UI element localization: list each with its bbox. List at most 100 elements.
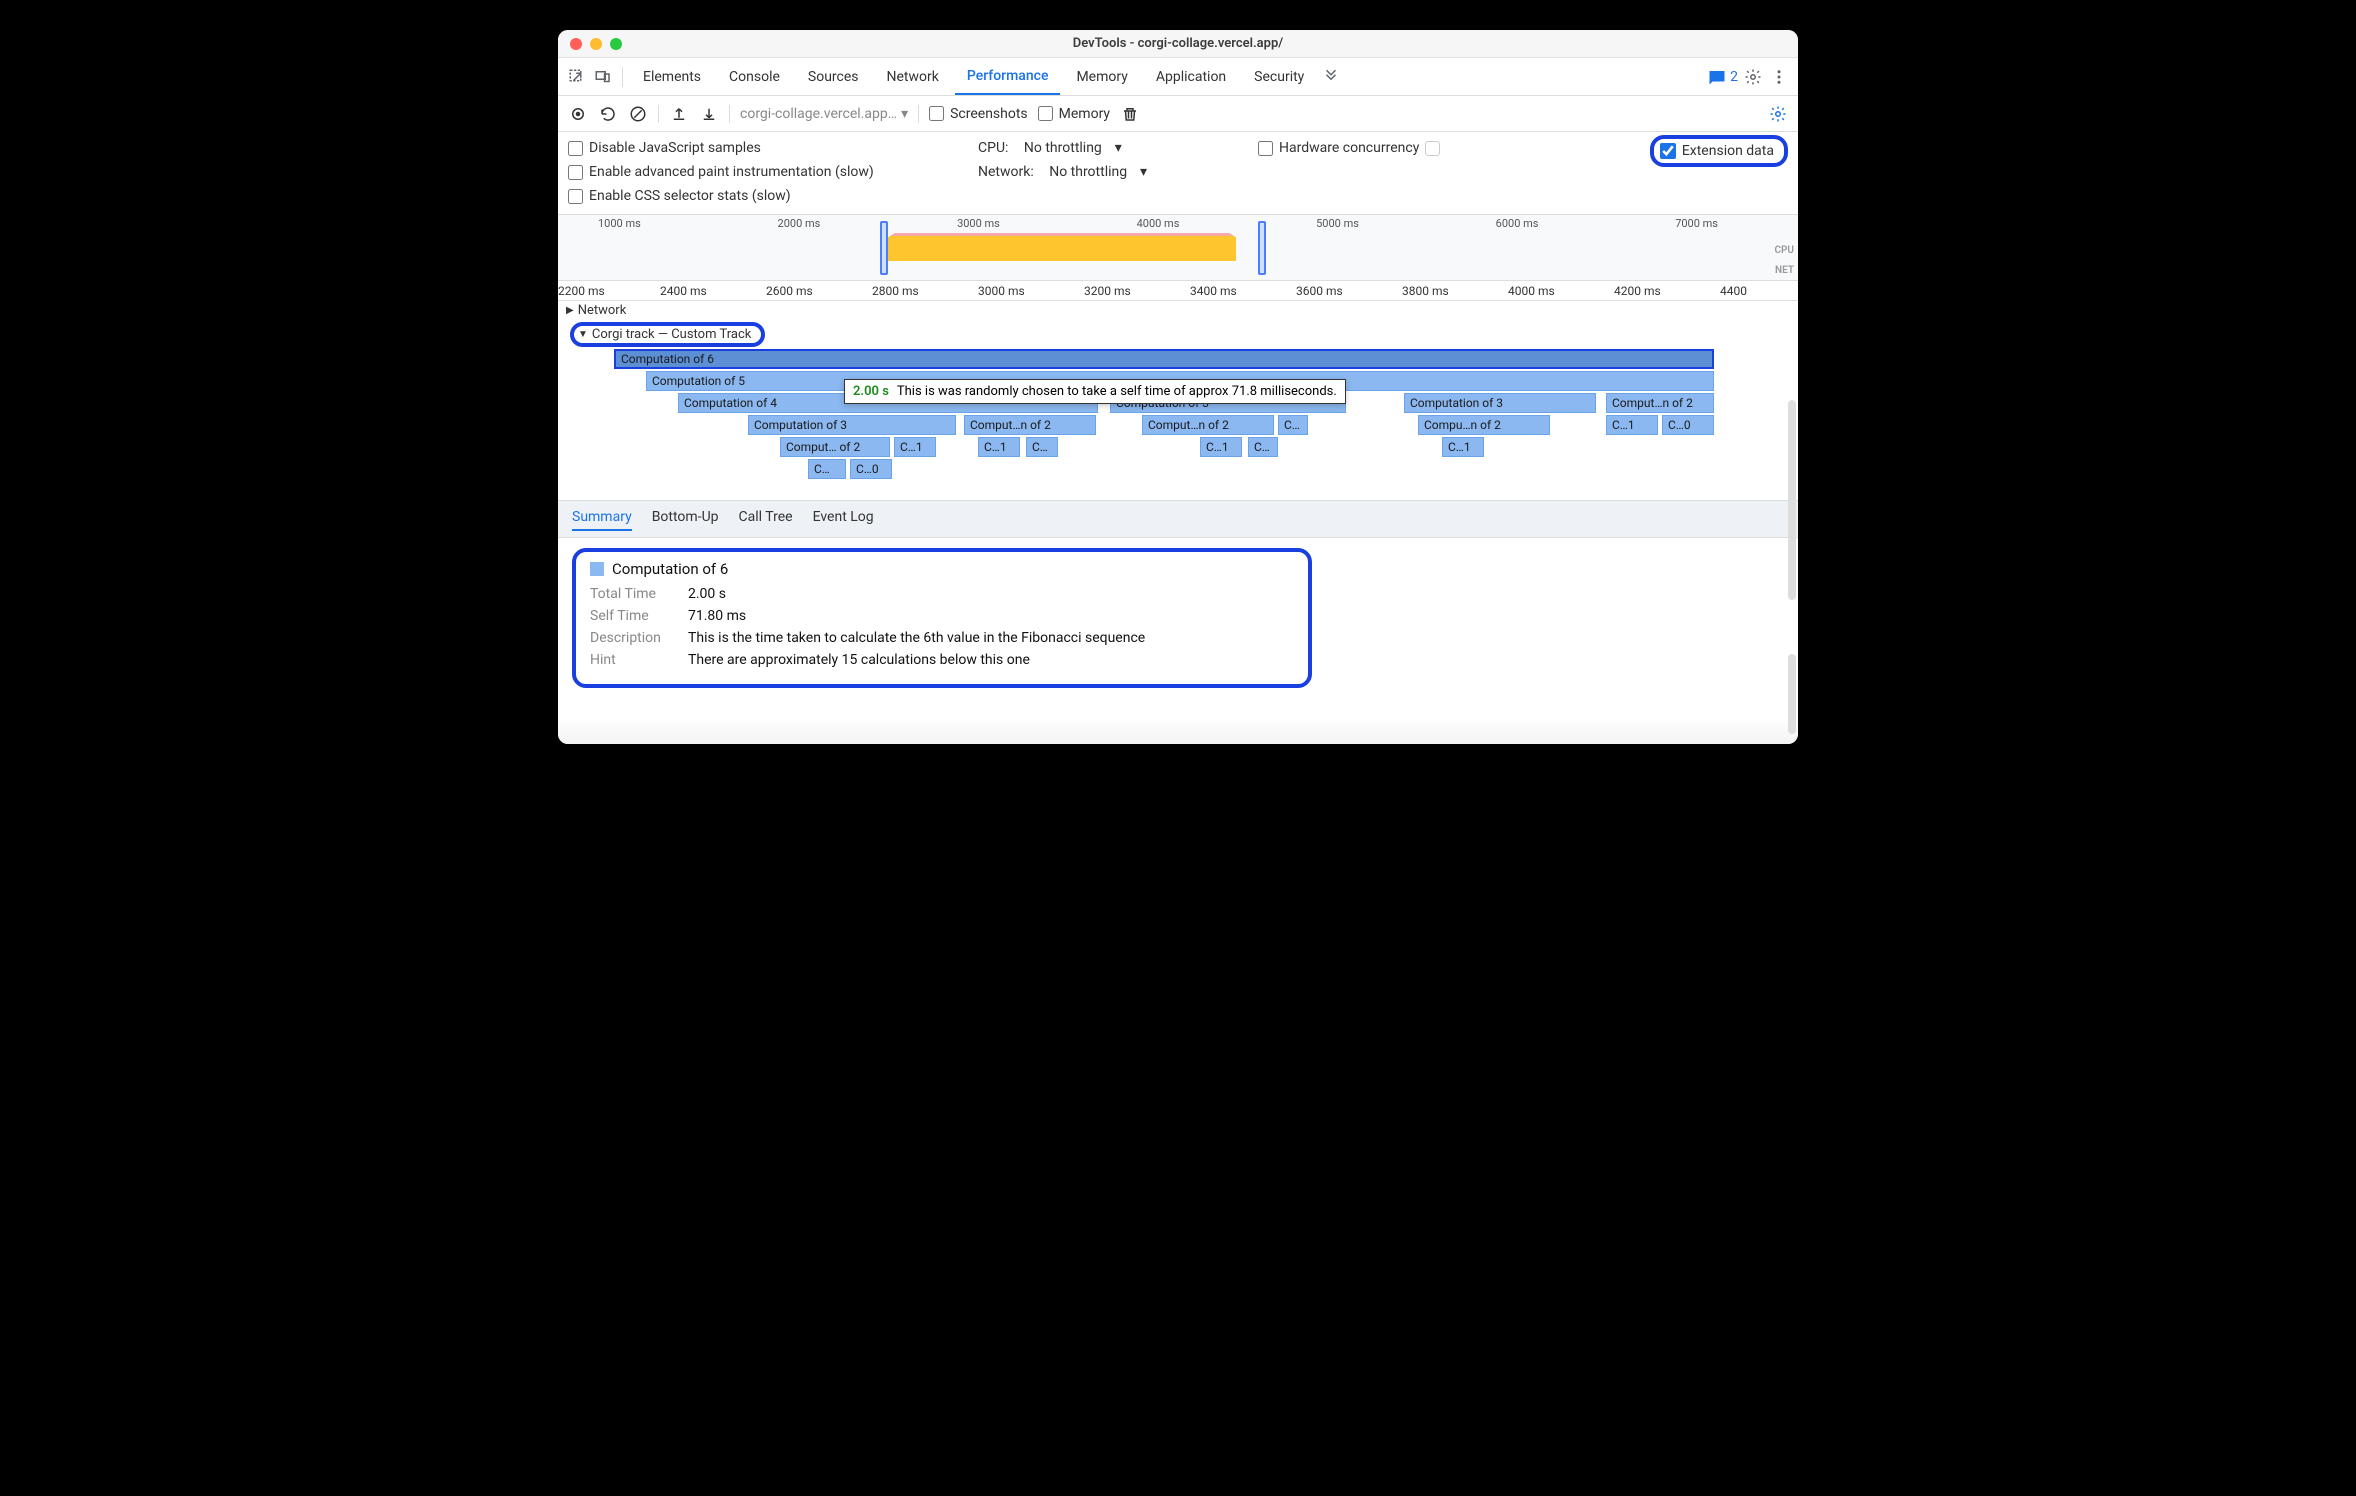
flame-event[interactable]: C… bbox=[1026, 437, 1058, 457]
minimize-window-button[interactable] bbox=[590, 38, 602, 50]
summary-highlight-box: Computation of 6 Total Time 2.00 s Self Ti… bbox=[572, 548, 1312, 688]
summary-title-row: Computation of 6 bbox=[590, 560, 1294, 578]
close-window-button[interactable] bbox=[570, 38, 582, 50]
main-tabstrip: Elements Console Sources Network Perform… bbox=[558, 58, 1798, 96]
summary-value: 71.80 ms bbox=[688, 608, 746, 624]
flame-event[interactable]: C… bbox=[808, 459, 846, 479]
tooltip-text: This is was randomly chosen to take a se… bbox=[897, 384, 1337, 399]
window-titlebar: DevTools - corgi-collage.vercel.app/ bbox=[558, 30, 1798, 58]
summary-row: Description This is the time taken to cal… bbox=[590, 630, 1294, 646]
summary-row: Hint There are approximately 15 calculati… bbox=[590, 652, 1294, 668]
tab-performance[interactable]: Performance bbox=[955, 58, 1061, 95]
tab-console[interactable]: Console bbox=[717, 58, 792, 95]
devtools-window: DevTools - corgi-collage.vercel.app/ Ele… bbox=[558, 30, 1798, 744]
cpu-throttle-select[interactable]: CPU: No throttling ▾ bbox=[978, 140, 1122, 156]
tab-sources[interactable]: Sources bbox=[796, 58, 871, 95]
flame-event[interactable]: Compu…n of 2 bbox=[1418, 415, 1550, 435]
flame-scrollbar[interactable] bbox=[1788, 400, 1796, 600]
track-network-header[interactable]: ▶Network bbox=[558, 301, 1798, 320]
flame-ruler: 2200 ms 2400 ms 2600 ms 2800 ms 3000 ms … bbox=[558, 281, 1798, 301]
overview-range-handle-right[interactable] bbox=[1258, 221, 1266, 275]
overview-lane-cpu: CPU bbox=[1774, 245, 1794, 256]
summary-scrollbar[interactable] bbox=[1788, 654, 1796, 734]
capture-settings-panel: Disable JavaScript samples CPU: No throt… bbox=[558, 132, 1798, 215]
issues-count: 2 bbox=[1730, 69, 1738, 85]
tooltip-duration: 2.00 s bbox=[853, 384, 889, 399]
flame-event[interactable]: C…1 bbox=[978, 437, 1020, 457]
recording-select[interactable]: corgi-collage.vercel.app…▾ bbox=[740, 106, 908, 122]
detail-tab-eventlog[interactable]: Event Log bbox=[813, 509, 874, 531]
css-selector-stats-checkbox[interactable]: Enable CSS selector stats (slow) bbox=[568, 188, 791, 204]
disable-js-samples-checkbox[interactable]: Disable JavaScript samples bbox=[568, 140, 761, 156]
perf-toolbar: corgi-collage.vercel.app…▾ Screenshots M… bbox=[558, 96, 1798, 132]
record-button[interactable] bbox=[568, 104, 588, 124]
overview-lane-net: NET bbox=[1775, 265, 1794, 276]
window-title: DevTools - corgi-collage.vercel.app/ bbox=[558, 36, 1798, 51]
flame-event[interactable]: Comput…n of 2 bbox=[1142, 415, 1274, 435]
timeline-overview[interactable]: 1000 ms2000 ms3000 ms4000 ms5000 ms6000 … bbox=[558, 215, 1798, 281]
advanced-paint-checkbox[interactable]: Enable advanced paint instrumentation (s… bbox=[568, 164, 874, 180]
detail-tab-summary[interactable]: Summary bbox=[572, 509, 632, 531]
tab-security[interactable]: Security bbox=[1242, 58, 1316, 95]
hw-concurrency-input[interactable] bbox=[1425, 141, 1440, 156]
flame-event[interactable]: Computation of 3 bbox=[748, 415, 956, 435]
summary-color-swatch bbox=[590, 562, 604, 576]
issues-badge[interactable]: 2 bbox=[1708, 68, 1738, 86]
summary-key: Hint bbox=[590, 652, 674, 668]
detail-tabstrip: Summary Bottom-Up Call Tree Event Log bbox=[558, 501, 1798, 538]
summary-value: This is the time taken to calculate the … bbox=[688, 630, 1145, 646]
device-toggle-icon[interactable] bbox=[592, 66, 614, 88]
overview-range-handle-left[interactable] bbox=[880, 221, 888, 275]
flame-event[interactable]: C…1 bbox=[1606, 415, 1658, 435]
flame-event[interactable]: C… bbox=[1248, 437, 1278, 457]
flame-event[interactable]: C…1 bbox=[894, 437, 936, 457]
flame-chart[interactable]: ▶Network ▼Corgi track — Custom Track Com… bbox=[558, 301, 1798, 501]
summary-key: Total Time bbox=[590, 586, 674, 602]
capture-settings-gear-icon[interactable] bbox=[1768, 104, 1788, 124]
flame-event[interactable]: Comput… of 2 bbox=[780, 437, 890, 457]
gc-button[interactable] bbox=[1120, 104, 1140, 124]
flame-event[interactable]: Comput…n of 2 bbox=[1606, 393, 1714, 413]
clear-button[interactable] bbox=[628, 104, 648, 124]
summary-value: 2.00 s bbox=[688, 586, 726, 602]
detail-tab-calltree[interactable]: Call Tree bbox=[739, 509, 793, 531]
flame-event[interactable]: Computation of 6 bbox=[614, 349, 1714, 369]
summary-row: Total Time 2.00 s bbox=[590, 586, 1294, 602]
hw-concurrency-checkbox[interactable]: Hardware concurrency bbox=[1258, 140, 1440, 156]
settings-gear-icon[interactable] bbox=[1742, 66, 1764, 88]
track-corgi-header[interactable]: ▼Corgi track — Custom Track bbox=[558, 320, 1798, 349]
tab-application[interactable]: Application bbox=[1144, 58, 1238, 95]
summary-key: Self Time bbox=[590, 608, 674, 624]
dock-select-icon[interactable] bbox=[566, 66, 588, 88]
flame-event[interactable]: C…0 bbox=[850, 459, 892, 479]
download-profile-button[interactable] bbox=[699, 104, 719, 124]
memory-checkbox[interactable]: Memory bbox=[1038, 106, 1110, 122]
flame-event[interactable]: C…1 bbox=[1200, 437, 1242, 457]
summary-title: Computation of 6 bbox=[612, 560, 728, 578]
flame-event[interactable]: C…0 bbox=[1662, 415, 1714, 435]
flame-event[interactable]: C…1 bbox=[1442, 437, 1484, 457]
kebab-menu-icon[interactable] bbox=[1768, 66, 1790, 88]
flame-event[interactable]: Computation of 3 bbox=[1404, 393, 1596, 413]
network-throttle-select[interactable]: Network: No throttling ▾ bbox=[978, 164, 1147, 180]
overview-cpu-activity bbox=[888, 233, 1236, 261]
summary-panel: Computation of 6 Total Time 2.00 s Self Ti… bbox=[558, 538, 1798, 718]
flame-event[interactable]: Comput…n of 2 bbox=[964, 415, 1096, 435]
flame-tooltip: 2.00 s This is was randomly chosen to ta… bbox=[844, 379, 1346, 404]
flame-event[interactable]: C… bbox=[1278, 415, 1308, 435]
summary-key: Description bbox=[590, 630, 674, 646]
upload-profile-button[interactable] bbox=[669, 104, 689, 124]
extension-data-checkbox[interactable]: Extension data bbox=[1650, 135, 1788, 167]
tab-network[interactable]: Network bbox=[875, 58, 951, 95]
tab-elements[interactable]: Elements bbox=[631, 58, 713, 95]
maximize-window-button[interactable] bbox=[610, 38, 622, 50]
detail-tab-bottomup[interactable]: Bottom-Up bbox=[652, 509, 719, 531]
overview-ticks: 1000 ms2000 ms3000 ms4000 ms5000 ms6000 … bbox=[558, 217, 1758, 230]
screenshots-checkbox[interactable]: Screenshots bbox=[929, 106, 1028, 122]
summary-value: There are approximately 15 calculations … bbox=[688, 652, 1030, 668]
traffic-lights bbox=[570, 38, 622, 50]
tab-memory[interactable]: Memory bbox=[1064, 58, 1139, 95]
reload-record-button[interactable] bbox=[598, 104, 618, 124]
summary-row: Self Time 71.80 ms bbox=[590, 608, 1294, 624]
tabs-overflow-icon[interactable] bbox=[1320, 66, 1342, 88]
